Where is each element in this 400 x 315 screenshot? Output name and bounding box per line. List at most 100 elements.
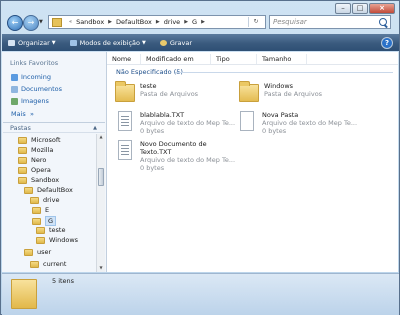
item-name: Windows (264, 82, 294, 90)
search-input[interactable]: Pesquisar (269, 15, 391, 29)
tree-item-label: E (45, 206, 50, 214)
item-type: Arquivo de texto do Mep Te... (140, 119, 236, 127)
address-bar[interactable]: « Sandbox ▶ DefaultBox ▶ drive ▶ G ▶ ↻ (48, 15, 266, 29)
item-size: 0 bytes (140, 164, 165, 172)
tree-item-nero[interactable]: Nero (18, 156, 46, 164)
chevron-right-icon[interactable]: ▶ (108, 19, 112, 25)
chevron-double-right-icon: » (27, 110, 34, 118)
command-toolbar: Organizar ▼ Modos de exibição ▼ Gravar ? (2, 34, 399, 51)
chevron-down-icon: ▼ (51, 39, 56, 46)
folders-header[interactable]: Pastas ▲ (3, 122, 105, 133)
favorites-title: Links Favoritos (10, 59, 59, 67)
tree-item-e[interactable]: E (32, 206, 49, 214)
item-name: Novo Documento de (140, 140, 207, 148)
views-button[interactable]: Modos de exibição ▼ (69, 38, 146, 47)
burn-button[interactable]: Gravar (159, 38, 193, 47)
minimize-button[interactable]: – (335, 3, 351, 14)
folder-icon (11, 279, 37, 309)
scrollbar-thumb[interactable] (98, 168, 104, 186)
item-name-line2: Texto.TXT (140, 148, 172, 156)
chevron-down-icon: ▼ (141, 39, 146, 46)
file-item-blablabla[interactable]: blablabla.TXT Arquivo de texto do Mep Te… (115, 111, 235, 135)
tree-item-mozilla[interactable]: Mozilla (18, 146, 53, 154)
views-label: Modos de exibição (79, 38, 140, 47)
views-icon (69, 39, 77, 46)
folder-icon (30, 196, 39, 204)
organize-icon (8, 39, 15, 46)
item-size: 0 bytes (262, 127, 287, 135)
breadcrumb-g[interactable]: G (192, 18, 197, 26)
tree-item-defaultbox[interactable]: DefaultBox (24, 186, 73, 194)
tree-item-g[interactable]: G (32, 216, 57, 226)
favorite-label: Documentos (21, 85, 63, 93)
folder-icon (18, 166, 27, 174)
scroll-up-icon[interactable]: ▲ (97, 134, 105, 141)
breadcrumb-sandbox[interactable]: Sandbox (76, 18, 104, 26)
tree-item-user[interactable]: user (24, 248, 51, 256)
chevron-right-icon[interactable]: ▶ (201, 19, 205, 25)
forward-button[interactable]: → (23, 15, 39, 31)
item-name: blablabla.TXT (140, 111, 185, 119)
tree-item-windows[interactable]: Windows (36, 236, 78, 244)
chevron-double-icon[interactable]: « (69, 19, 72, 25)
folder-icon (24, 186, 33, 194)
search-icon[interactable] (379, 18, 387, 26)
favorite-documentos[interactable]: Documentos (11, 85, 62, 93)
tree-item-label: Mozilla (31, 146, 54, 154)
tree-item-sandbox[interactable]: Sandbox (18, 176, 59, 184)
breadcrumb-drive[interactable]: drive (164, 18, 180, 26)
file-item-windows[interactable]: Windows Pasta de Arquivos (239, 81, 323, 102)
favorite-label: Incoming (21, 73, 51, 81)
group-divider (175, 72, 393, 73)
burn-label: Gravar (169, 38, 193, 47)
scroll-down-icon[interactable]: ▼ (97, 265, 105, 272)
tree-item-label: Nero (31, 156, 47, 164)
folder-icon (239, 81, 259, 102)
navigation-pane: Links Favoritos Incoming Documentos Imag… (2, 52, 107, 272)
maximize-button[interactable]: □ (352, 3, 368, 14)
breadcrumb-defaultbox[interactable]: DefaultBox (116, 18, 152, 26)
favorite-incoming[interactable]: Incoming (11, 73, 51, 81)
documents-icon (11, 85, 18, 93)
file-item-nova-pasta[interactable]: Nova Pasta Arquivo de texto do Mep Te...… (237, 111, 357, 135)
item-type: Pasta de Arquivos (140, 90, 199, 98)
tree-item-drive[interactable]: drive (30, 196, 59, 204)
text-document-icon (118, 111, 132, 131)
folder-icon (52, 17, 62, 27)
tree-item-label: G (45, 216, 57, 226)
tree-item-teste[interactable]: teste (36, 226, 65, 234)
search-placeholder: Pesquisar (273, 18, 307, 26)
tree-item-opera[interactable]: Opera (18, 166, 51, 174)
column-header-nome[interactable]: Nome (107, 54, 141, 64)
chevron-right-icon[interactable]: ▶ (184, 19, 188, 25)
chevron-up-icon: ▲ (93, 125, 97, 131)
tree-scrollbar[interactable]: ▲ ▼ (96, 134, 105, 272)
file-item-teste[interactable]: teste Pasta de Arquivos (115, 81, 199, 102)
refresh-icon[interactable]: ↻ (248, 17, 263, 27)
more-links[interactable]: Mais » (11, 110, 34, 118)
tree-item-label: DefaultBox (37, 186, 73, 194)
text-document-icon (118, 140, 132, 160)
back-button[interactable]: ← (7, 15, 23, 31)
file-item-novo-documento[interactable]: Novo Documento de Texto.TXT Arquivo de t… (115, 140, 235, 172)
tree-item-label: Microsoft (31, 136, 61, 144)
column-header-modificado[interactable]: Modificado em (141, 54, 211, 64)
item-type: Pasta de Arquivos (264, 90, 323, 98)
chevron-right-icon[interactable]: ▶ (156, 19, 160, 25)
folder-icon (11, 73, 18, 81)
disc-icon (159, 39, 167, 46)
help-icon[interactable]: ? (381, 37, 393, 49)
favorite-label: Imagens (21, 97, 49, 105)
folder-icon (32, 217, 41, 225)
organize-button[interactable]: Organizar ▼ (8, 39, 56, 47)
column-header-tipo[interactable]: Tipo (211, 54, 257, 64)
close-button[interactable]: × (369, 3, 395, 14)
column-header-tamanho[interactable]: Tamanho (257, 54, 307, 64)
more-label: Mais (11, 110, 26, 118)
tree-item-label: current (43, 260, 67, 268)
group-header[interactable]: Não Especificado (5) (116, 68, 183, 76)
tree-item-microsoft[interactable]: Microsoft (18, 136, 61, 144)
favorite-imagens[interactable]: Imagens (11, 97, 49, 105)
recent-pages-dropdown[interactable]: ▼ (39, 19, 43, 25)
tree-item-current[interactable]: current (30, 260, 66, 268)
